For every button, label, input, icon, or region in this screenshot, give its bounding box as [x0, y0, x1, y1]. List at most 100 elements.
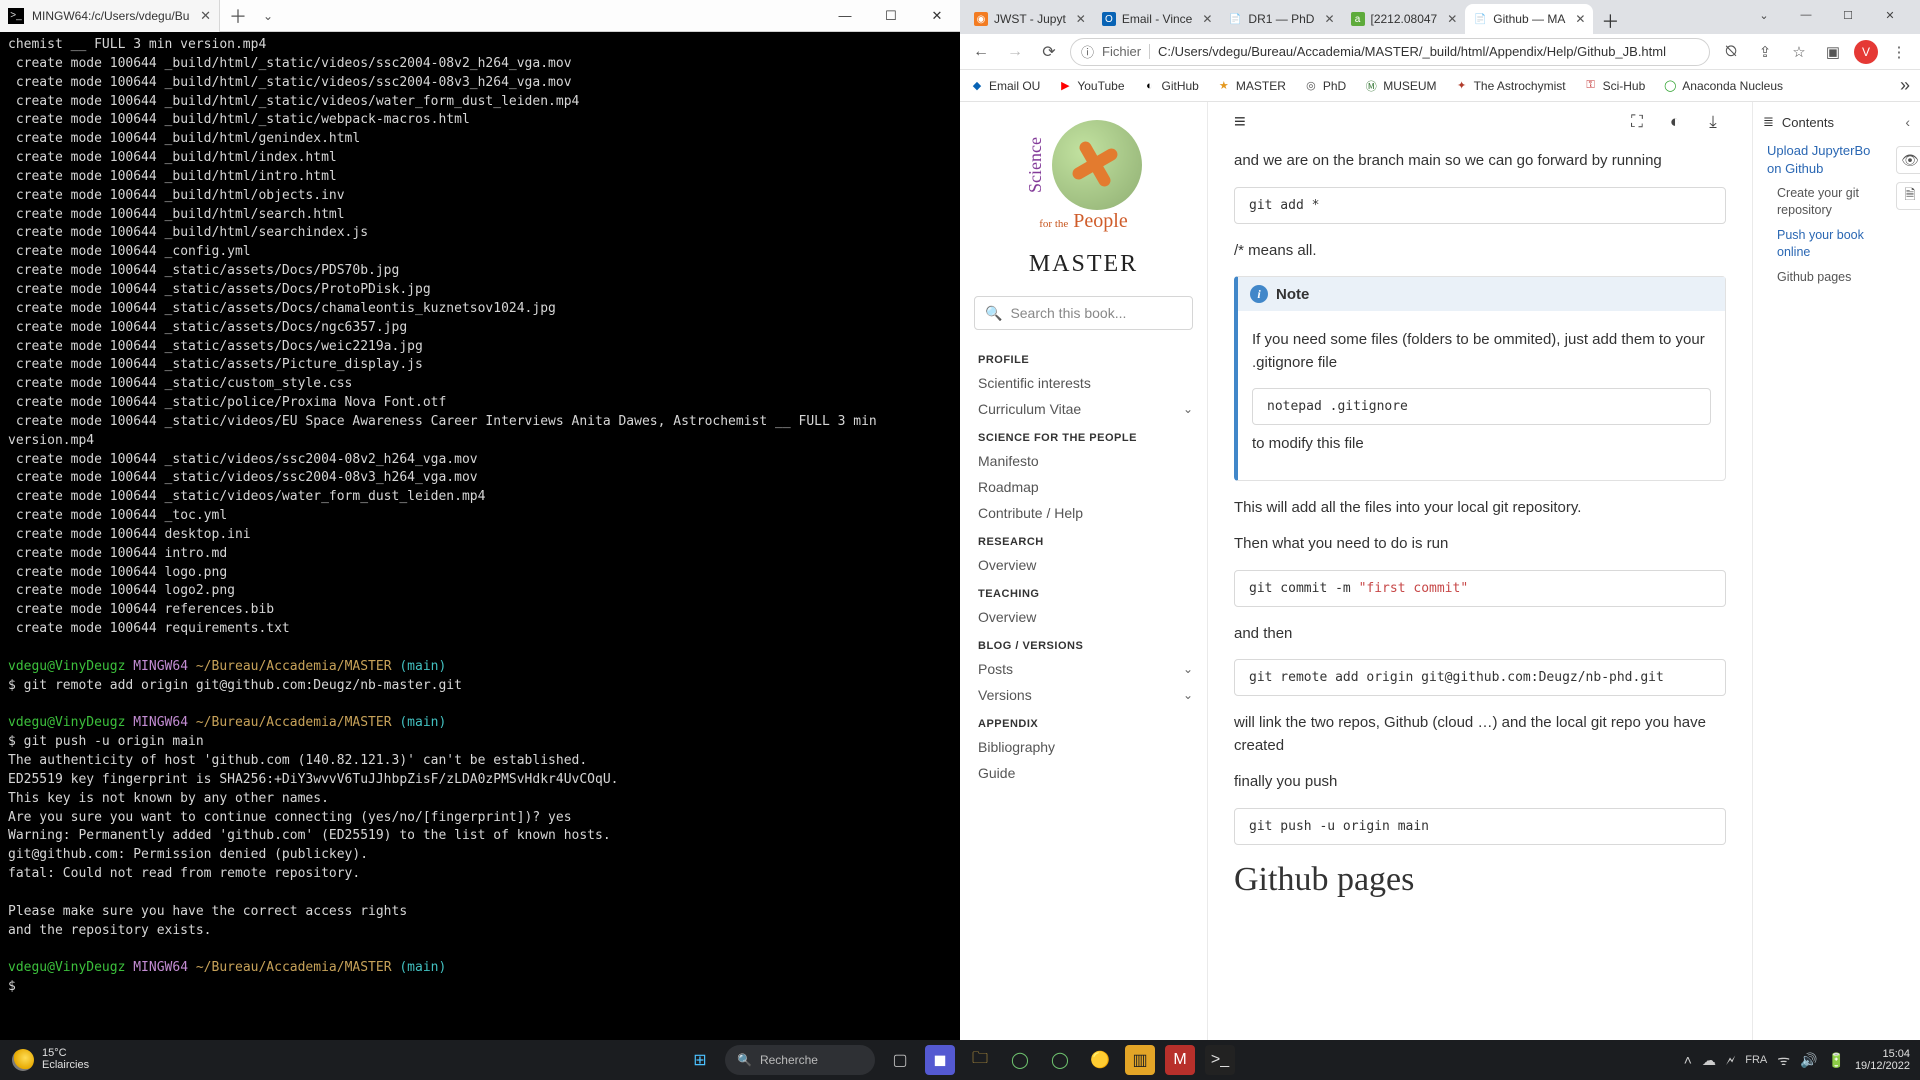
- code-block[interactable]: git add *: [1234, 187, 1726, 224]
- sidebar-item[interactable]: Posts: [964, 656, 1183, 682]
- sidebar-item[interactable]: Overview: [964, 552, 1203, 578]
- bookmark-star-icon[interactable]: ☆: [1786, 39, 1812, 65]
- url-bar[interactable]: ⓘ Fichier C:/Users/vdegu/Bureau/Accademi…: [1070, 38, 1710, 66]
- tab-close[interactable]: ✕: [1324, 12, 1334, 26]
- taskbar-app[interactable]: ◯: [1045, 1045, 1075, 1075]
- window-maximize[interactable]: ☐: [868, 0, 914, 32]
- window-minimize[interactable]: —: [822, 0, 868, 32]
- tab-close[interactable]: ✕: [1202, 12, 1212, 26]
- terminal-tab-close[interactable]: ✕: [200, 8, 211, 24]
- download-icon[interactable]: ⤓: [1700, 109, 1726, 135]
- toc-item[interactable]: Github pages: [1753, 265, 1920, 290]
- chevron-down-icon[interactable]: ⌄: [1183, 397, 1203, 421]
- toc-header[interactable]: ≣ Contents ‹: [1753, 106, 1920, 138]
- bookmark[interactable]: ◆Email OU: [970, 79, 1040, 93]
- bookmark[interactable]: ◯Anaconda Nucleus: [1663, 79, 1783, 93]
- bookmark[interactable]: ✦The Astrochymist: [1455, 79, 1566, 93]
- bookmark[interactable]: ⚿Sci-Hub: [1584, 79, 1646, 93]
- sidebar-item[interactable]: Scientific interests: [964, 370, 1203, 396]
- nav-back[interactable]: ←: [968, 39, 994, 65]
- taskbar-app[interactable]: M: [1165, 1045, 1195, 1075]
- nav-reload[interactable]: ⟳: [1036, 39, 1062, 65]
- taskbar-weather[interactable]: 15°C Eclaircies: [0, 1048, 101, 1071]
- share-icon[interactable]: ⇪: [1752, 39, 1778, 65]
- site-info-icon[interactable]: ⓘ: [1081, 42, 1094, 61]
- code-block[interactable]: git push -u origin main: [1234, 808, 1726, 845]
- bookmark[interactable]: ⓂMUSEUM: [1364, 79, 1436, 93]
- bookmark[interactable]: ▶YouTube: [1058, 79, 1124, 93]
- sidebar-item[interactable]: Overview: [964, 604, 1203, 630]
- chevron-down-icon[interactable]: ⌄: [1183, 683, 1203, 707]
- para: and then: [1234, 623, 1726, 646]
- taskbar-app[interactable]: ▥: [1125, 1045, 1155, 1075]
- extensions-icon[interactable]: ▣: [1820, 39, 1846, 65]
- taskbar-app-chrome[interactable]: 🟡: [1085, 1045, 1115, 1075]
- book-search[interactable]: 🔍 Search this book...: [974, 296, 1193, 330]
- taskbar-search[interactable]: 🔍 Recherche: [725, 1045, 875, 1075]
- code-block[interactable]: git remote add origin git@github.com:Deu…: [1234, 659, 1726, 696]
- toc-item[interactable]: Push your bookonline: [1753, 223, 1920, 265]
- taskbar-app[interactable]: ◼: [925, 1045, 955, 1075]
- tray-chevron-icon[interactable]: ˄: [1684, 1052, 1692, 1068]
- bookmark[interactable]: ◐GitHub: [1143, 79, 1199, 93]
- browser-dropdown-icon[interactable]: ⌄: [1744, 4, 1784, 26]
- terminal-new-tab[interactable]: ＋: [220, 0, 256, 32]
- sidebar-item[interactable]: Bibliography: [964, 734, 1203, 760]
- note-icon[interactable]: 🗎: [1896, 182, 1920, 210]
- sidebar-item[interactable]: Contribute / Help: [964, 500, 1203, 526]
- start-button[interactable]: ⊞: [685, 1045, 715, 1075]
- github-icon[interactable]: ◐: [1662, 109, 1688, 135]
- tab-close[interactable]: ✕: [1076, 12, 1086, 26]
- tab-close[interactable]: ✕: [1575, 12, 1585, 26]
- task-view-icon[interactable]: ▢: [885, 1045, 915, 1075]
- tray-power-icon[interactable]: 🔋: [1828, 1052, 1845, 1069]
- terminal-tab[interactable]: >_ MINGW64:/c/Users/vdegu/Bu ✕: [0, 0, 220, 32]
- bookmarks-overflow[interactable]: »: [1900, 75, 1910, 96]
- browser-tab[interactable]: ◉ JWST - Jupyt✕: [966, 4, 1094, 34]
- browser-tab[interactable]: a [2212.08047✕: [1343, 4, 1466, 34]
- bookmark[interactable]: ◎PhD: [1304, 79, 1346, 93]
- taskbar-app-explorer[interactable]: 🗀: [965, 1045, 995, 1075]
- taskbar-clock[interactable]: 15:04 19/12/2022: [1855, 1048, 1910, 1072]
- sidebar-item[interactable]: Curriculum Vitae: [964, 396, 1183, 422]
- sidebar-item[interactable]: Guide: [964, 760, 1203, 786]
- taskbar-app-terminal[interactable]: >_: [1205, 1045, 1235, 1075]
- tray-onedrive-icon[interactable]: ☁: [1702, 1052, 1716, 1069]
- terminal-body[interactable]: chemist __ FULL 3 min version.mp4 create…: [0, 32, 960, 1040]
- window-close[interactable]: ✕: [914, 0, 960, 32]
- sidebar-item[interactable]: Versions: [964, 682, 1183, 708]
- tray-wifi-icon[interactable]: ᯤ: [1777, 1051, 1790, 1070]
- tray-volume-icon[interactable]: 🔊: [1800, 1052, 1817, 1069]
- toc-item[interactable]: Create your gitrepository: [1753, 181, 1920, 223]
- fullscreen-icon[interactable]: ⛶: [1624, 109, 1650, 135]
- toc-item[interactable]: Upload JupyterBoon Github: [1753, 138, 1920, 181]
- tray-language-icon[interactable]: FRA: [1745, 1054, 1767, 1066]
- chevron-left-icon[interactable]: ‹: [1905, 114, 1910, 130]
- tray-battery-icon[interactable]: 🗲: [1726, 1052, 1735, 1069]
- sidebar-item[interactable]: Manifesto: [964, 448, 1203, 474]
- sidebar-item[interactable]: Roadmap: [964, 474, 1203, 500]
- browser-menu[interactable]: ⋮: [1886, 39, 1912, 65]
- taskbar-app[interactable]: ◯: [1005, 1045, 1035, 1075]
- code-block[interactable]: git commit -m "first commit": [1234, 570, 1726, 607]
- bookmark[interactable]: ★MASTER: [1217, 79, 1286, 93]
- browser-new-tab[interactable]: ＋: [1597, 8, 1623, 34]
- browser-minimize[interactable]: —: [1786, 4, 1826, 26]
- eye-icon[interactable]: 👁: [1896, 146, 1920, 174]
- browser-maximize[interactable]: ☐: [1828, 4, 1868, 26]
- terminal-tab-dropdown[interactable]: ⌄: [256, 0, 280, 32]
- tab-close[interactable]: ✕: [1447, 12, 1457, 26]
- browser-tab[interactable]: 📄 DR1 — PhD✕: [1220, 4, 1342, 34]
- code-block[interactable]: notepad .gitignore: [1252, 388, 1711, 425]
- translate-icon[interactable]: ⦰: [1718, 39, 1744, 65]
- book-logo[interactable]: Science for the People: [964, 114, 1203, 245]
- browser-tab[interactable]: O Email - Vince✕: [1094, 4, 1221, 34]
- chevron-down-icon[interactable]: ⌄: [1183, 657, 1203, 681]
- browser-tab-active[interactable]: 📄 Github — MA✕: [1465, 4, 1593, 34]
- nav-forward[interactable]: →: [1002, 39, 1028, 65]
- book-title[interactable]: MASTER: [964, 251, 1203, 278]
- profile-avatar[interactable]: V: [1854, 40, 1878, 64]
- browser-close[interactable]: ✕: [1870, 4, 1910, 26]
- hamburger-icon[interactable]: ≡: [1234, 111, 1246, 134]
- bookmark-icon: ◯: [1663, 79, 1677, 93]
